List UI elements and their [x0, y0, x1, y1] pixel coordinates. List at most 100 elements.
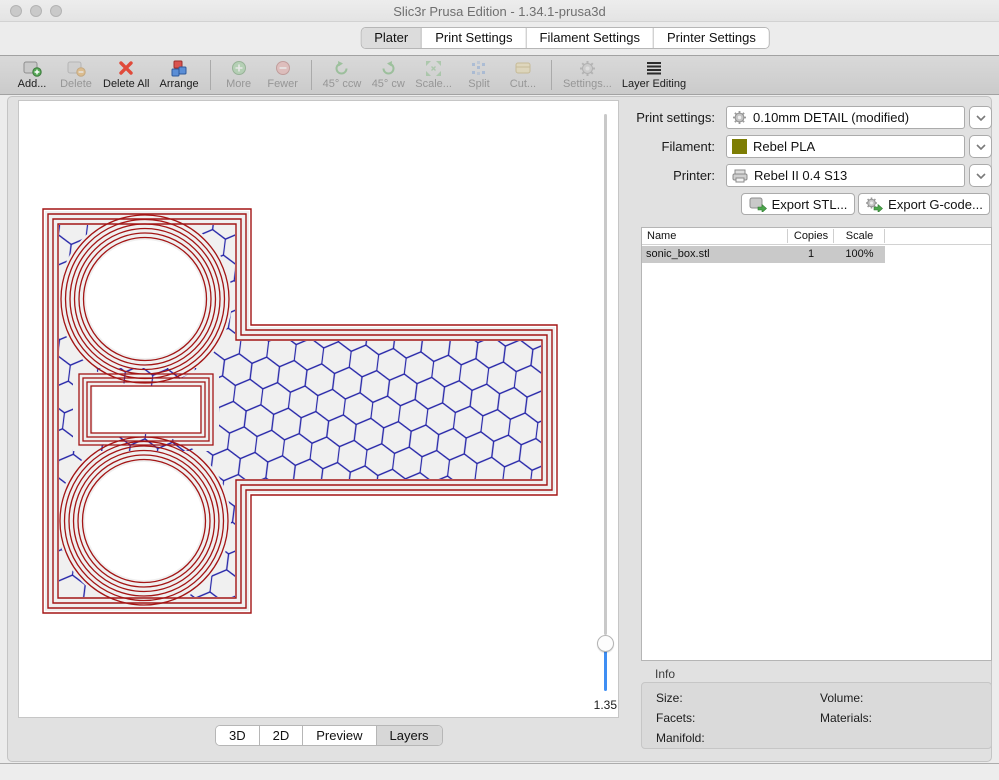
filament-color-swatch	[732, 139, 747, 154]
rotate-ccw-label: 45° ccw	[323, 78, 362, 90]
export-gcode-label: Export G-code...	[888, 197, 983, 212]
scale-label: Scale...	[415, 78, 452, 90]
layer-editing-icon	[646, 59, 662, 77]
toolbar: Add... Delete Delete All Arrange M	[0, 55, 999, 95]
layer-editing-button[interactable]: Layer Editing	[622, 59, 686, 90]
gear-icon	[579, 59, 596, 77]
delete-object-icon	[66, 59, 86, 77]
split-dots-icon	[470, 59, 487, 77]
add-label: Add...	[18, 78, 47, 90]
rotate-cw-button[interactable]: 45° cw	[371, 59, 405, 90]
settings-button[interactable]: Settings...	[563, 59, 612, 90]
info-manifold-label: Manifold:	[656, 731, 705, 745]
column-divider	[787, 229, 788, 243]
printer-value: Rebel II 0.4 S13	[754, 168, 847, 183]
printer-select[interactable]: Rebel II 0.4 S13	[726, 164, 965, 187]
export-gcode-icon	[865, 197, 883, 212]
print-settings-dropdown-button[interactable]	[969, 106, 992, 129]
chevron-down-icon	[976, 115, 986, 121]
title-bar: Slic3r Prusa Edition - 1.34.1-prusa3d	[0, 0, 999, 22]
print-settings-label: Print settings:	[585, 110, 715, 125]
tab-plater[interactable]: Plater	[361, 28, 422, 48]
export-stl-label: Export STL...	[772, 197, 848, 212]
rotate-ccw-button[interactable]: 45° ccw	[323, 59, 362, 90]
add-button[interactable]: Add...	[15, 59, 49, 90]
column-copies[interactable]: Copies	[788, 230, 834, 242]
info-box: Size: Volume: Facets: Materials: Manifol…	[641, 682, 992, 749]
filament-label: Filament:	[585, 139, 715, 154]
filament-select[interactable]: Rebel PLA	[726, 135, 965, 158]
view-tab-layers[interactable]: Layers	[377, 726, 442, 745]
column-divider	[833, 229, 834, 243]
rotate-cw-label: 45° cw	[372, 78, 405, 90]
view-tab-3d[interactable]: 3D	[216, 726, 260, 745]
info-facets-label: Facets:	[656, 711, 695, 725]
filament-value: Rebel PLA	[753, 139, 815, 154]
chevron-down-icon	[976, 144, 986, 150]
object-scale: 100%	[834, 248, 885, 260]
layer-slider-knob[interactable]	[597, 635, 614, 652]
layer-slider-value: 1.35	[577, 698, 617, 712]
export-stl-icon	[749, 197, 767, 212]
main-tab-bar: Plater Print Settings Filament Settings …	[360, 27, 770, 49]
gear-icon	[732, 110, 747, 125]
toolbar-separator	[551, 60, 552, 90]
arrange-button[interactable]: Arrange	[159, 59, 198, 90]
printer-dropdown-button[interactable]	[969, 164, 992, 187]
delete-label: Delete	[60, 78, 92, 90]
filament-dropdown-button[interactable]	[969, 135, 992, 158]
cut-button[interactable]: Cut...	[506, 59, 540, 90]
toolbar-separator	[210, 60, 211, 90]
chevron-down-icon	[976, 173, 986, 179]
scale-button[interactable]: Scale...	[415, 59, 452, 90]
print-settings-select[interactable]: 0.10mm DETAIL (modified)	[726, 106, 965, 129]
status-bar	[0, 763, 999, 780]
fewer-button[interactable]: Fewer	[266, 59, 300, 90]
object-list-header: Name Copies Scale	[642, 228, 991, 245]
fewer-label: Fewer	[267, 78, 298, 90]
column-divider	[884, 229, 885, 243]
printer-label: Printer:	[585, 168, 715, 183]
app-window: Slic3r Prusa Edition - 1.34.1-prusa3d Pl…	[0, 0, 999, 780]
info-materials-label: Materials:	[820, 711, 872, 725]
info-volume-label: Volume:	[820, 691, 863, 705]
layer-preview-canvas[interactable]: 1.35	[18, 100, 619, 718]
cut-label: Cut...	[510, 78, 536, 90]
split-label: Split	[468, 78, 489, 90]
print-settings-value: 0.10mm DETAIL (modified)	[753, 110, 909, 125]
tab-filament-settings[interactable]: Filament Settings	[527, 28, 654, 48]
tab-printer-settings[interactable]: Printer Settings	[654, 28, 769, 48]
printer-icon	[732, 169, 748, 183]
object-copies: 1	[788, 248, 834, 260]
tab-print-settings[interactable]: Print Settings	[422, 28, 526, 48]
fewer-copies-icon	[275, 59, 291, 77]
delete-button[interactable]: Delete	[59, 59, 93, 90]
export-stl-button[interactable]: Export STL...	[741, 193, 855, 215]
delete-all-icon	[118, 59, 134, 77]
rotate-ccw-icon	[333, 59, 350, 77]
layer-slice-drawing	[19, 101, 618, 717]
delete-all-label: Delete All	[103, 78, 149, 90]
object-row-selected[interactable]: sonic_box.stl 1 100%	[642, 246, 885, 263]
column-name[interactable]: Name	[647, 230, 676, 242]
export-gcode-button[interactable]: Export G-code...	[858, 193, 990, 215]
info-size-label: Size:	[656, 691, 683, 705]
view-tab-bar: 3D 2D Preview Layers	[215, 725, 443, 746]
object-name: sonic_box.stl	[646, 248, 710, 260]
view-tab-preview[interactable]: Preview	[303, 726, 376, 745]
layer-slider-track[interactable]	[604, 114, 607, 635]
arrange-cubes-icon	[170, 59, 188, 77]
arrange-label: Arrange	[159, 78, 198, 90]
column-scale[interactable]: Scale	[834, 230, 885, 242]
delete-all-button[interactable]: Delete All	[103, 59, 149, 90]
scale-arrows-icon	[425, 59, 442, 77]
view-tab-2d[interactable]: 2D	[260, 726, 304, 745]
toolbar-separator	[311, 60, 312, 90]
rotate-cw-icon	[380, 59, 397, 77]
object-list[interactable]: Name Copies Scale sonic_box.stl 1 100%	[641, 227, 992, 661]
more-button[interactable]: More	[222, 59, 256, 90]
settings-label: Settings...	[563, 78, 612, 90]
add-object-icon	[22, 59, 42, 77]
split-button[interactable]: Split	[462, 59, 496, 90]
more-label: More	[226, 78, 251, 90]
